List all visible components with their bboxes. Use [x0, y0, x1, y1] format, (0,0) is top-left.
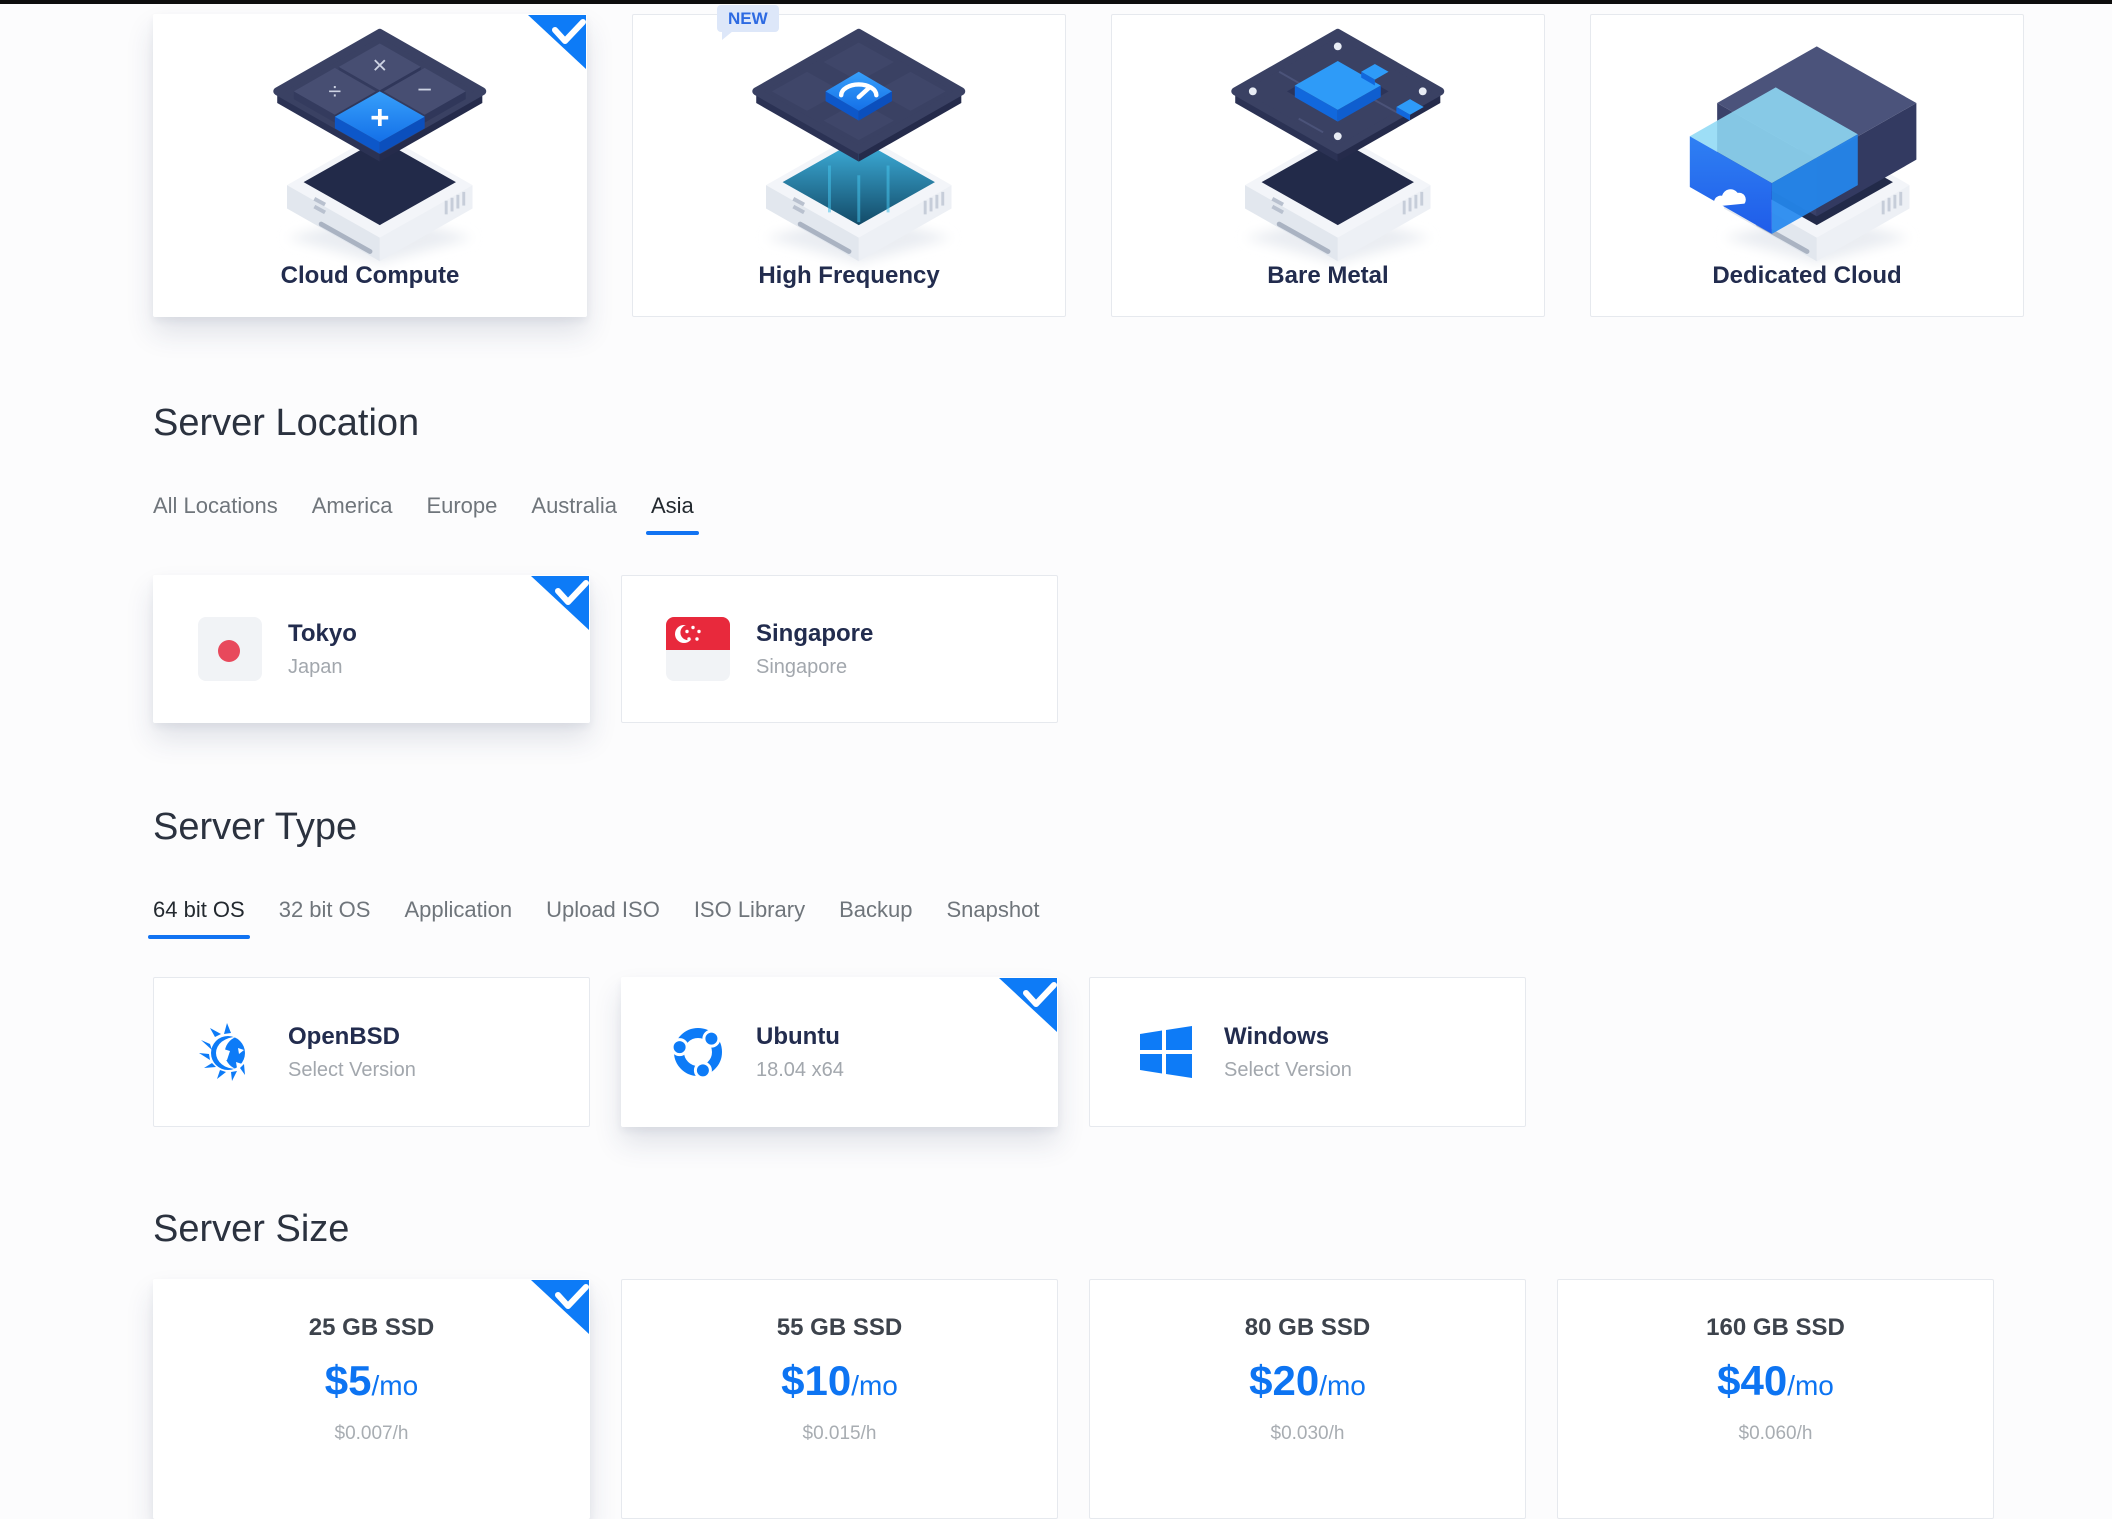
price-period: /mo — [372, 1370, 419, 1401]
deploy-page: × ÷ − — [0, 14, 2112, 1519]
tab-upload-iso[interactable]: Upload ISO — [546, 897, 660, 939]
server-type-heading: Server Type — [153, 805, 2112, 849]
size-hourly: $0.060/h — [1558, 1422, 1993, 1446]
location-city: Singapore — [756, 620, 873, 648]
japan-flag — [198, 617, 262, 681]
ubuntu-icon — [666, 1020, 730, 1084]
price-value: $40 — [1717, 1357, 1787, 1404]
plan-title: Bare Metal — [1112, 262, 1544, 290]
high-frequency-illustration — [689, 21, 1009, 271]
plan-title: High Frequency — [633, 262, 1065, 290]
location-city: Tokyo — [288, 620, 357, 648]
plan-card-bare-metal[interactable]: Bare Metal — [1111, 14, 1545, 317]
os-name: OpenBSD — [288, 1023, 416, 1051]
cloud-compute-illustration: × ÷ − — [210, 21, 530, 271]
type-tabs: 64 bit OS 32 bit OS Application Upload I… — [153, 897, 2112, 939]
plan-title: Dedicated Cloud — [1591, 262, 2023, 290]
singapore-flag — [666, 617, 730, 681]
os-version: Select Version — [288, 1058, 416, 1082]
size-storage: 160 GB SSD — [1558, 1314, 1993, 1342]
server-location-heading: Server Location — [153, 401, 2112, 445]
os-name: Windows — [1224, 1023, 1352, 1051]
os-version: Select Version — [1224, 1058, 1352, 1082]
size-card-160gb[interactable]: 160 GB SSD $40/mo $0.060/h — [1557, 1279, 1994, 1519]
price-period: /mo — [1787, 1370, 1834, 1401]
size-hourly: $0.007/h — [154, 1422, 589, 1446]
svg-text:+: + — [370, 99, 389, 136]
price-period: /mo — [1319, 1370, 1366, 1401]
openbsd-icon — [198, 1020, 262, 1084]
dedicated-cloud-illustration — [1647, 21, 1967, 271]
price-value: $20 — [1249, 1357, 1319, 1404]
tab-32-bit-os[interactable]: 32 bit OS — [279, 897, 371, 939]
selected-check-icon — [531, 1280, 589, 1334]
windows-icon — [1134, 1020, 1198, 1084]
size-card-80gb[interactable]: 80 GB SSD $20/mo $0.030/h — [1089, 1279, 1526, 1519]
size-price: $40/mo — [1558, 1358, 1993, 1414]
plan-card-high-frequency[interactable]: NEW — [632, 14, 1066, 317]
size-hourly: $0.015/h — [622, 1422, 1057, 1446]
location-card-singapore[interactable]: Singapore Singapore — [621, 575, 1058, 723]
tab-snapshot[interactable]: Snapshot — [946, 897, 1039, 939]
plan-card-dedicated-cloud[interactable]: Dedicated Cloud — [1590, 14, 2024, 317]
size-row: 25 GB SSD $5/mo $0.007/h 55 GB SSD $10/m… — [153, 1279, 2112, 1519]
os-card-windows[interactable]: Windows Select Version — [1089, 977, 1526, 1127]
svg-text:×: × — [372, 52, 387, 80]
svg-text:÷: ÷ — [328, 78, 341, 104]
size-price: $20/mo — [1090, 1358, 1525, 1414]
location-country: Singapore — [756, 655, 873, 679]
server-plan-row: × ÷ − — [153, 14, 2112, 317]
top-bar — [0, 0, 2112, 4]
location-tabs: All Locations America Europe Australia A… — [153, 493, 2112, 535]
tab-iso-library[interactable]: ISO Library — [694, 897, 805, 939]
price-value: $10 — [781, 1357, 851, 1404]
tab-australia[interactable]: Australia — [531, 493, 617, 535]
os-name: Ubuntu — [756, 1023, 844, 1051]
location-country: Japan — [288, 655, 357, 679]
tab-america[interactable]: America — [312, 493, 393, 535]
size-storage: 55 GB SSD — [622, 1314, 1057, 1342]
size-hourly: $0.030/h — [1090, 1422, 1525, 1446]
tab-application[interactable]: Application — [404, 897, 512, 939]
os-card-openbsd[interactable]: OpenBSD Select Version — [153, 977, 590, 1127]
selected-check-icon — [528, 15, 586, 69]
location-card-tokyo[interactable]: Tokyo Japan — [153, 575, 590, 723]
size-price: $5/mo — [154, 1358, 589, 1414]
price-value: $5 — [325, 1357, 372, 1404]
tab-all-locations[interactable]: All Locations — [153, 493, 278, 535]
plan-card-cloud-compute[interactable]: × ÷ − — [153, 14, 587, 317]
location-row: Tokyo Japan Singapore Singapo — [153, 575, 2112, 723]
size-storage: 25 GB SSD — [154, 1314, 589, 1342]
size-card-25gb[interactable]: 25 GB SSD $5/mo $0.007/h — [153, 1279, 590, 1519]
selected-check-icon — [531, 576, 589, 630]
size-storage: 80 GB SSD — [1090, 1314, 1525, 1342]
plan-title: Cloud Compute — [154, 262, 586, 290]
bare-metal-illustration — [1168, 21, 1488, 271]
new-badge: NEW — [717, 5, 779, 32]
tab-64-bit-os[interactable]: 64 bit OS — [153, 897, 245, 939]
os-version: 18.04 x64 — [756, 1058, 844, 1082]
tab-europe[interactable]: Europe — [426, 493, 497, 535]
server-size-heading: Server Size — [153, 1207, 2112, 1251]
size-card-55gb[interactable]: 55 GB SSD $10/mo $0.015/h — [621, 1279, 1058, 1519]
tab-backup[interactable]: Backup — [839, 897, 912, 939]
os-card-ubuntu[interactable]: Ubuntu 18.04 x64 — [621, 977, 1058, 1127]
svg-text:−: − — [417, 76, 432, 104]
selected-check-icon — [999, 978, 1057, 1032]
price-period: /mo — [851, 1370, 898, 1401]
tab-asia[interactable]: Asia — [651, 493, 694, 535]
size-price: $10/mo — [622, 1358, 1057, 1414]
os-row: OpenBSD Select Version Ubuntu — [153, 977, 2112, 1127]
